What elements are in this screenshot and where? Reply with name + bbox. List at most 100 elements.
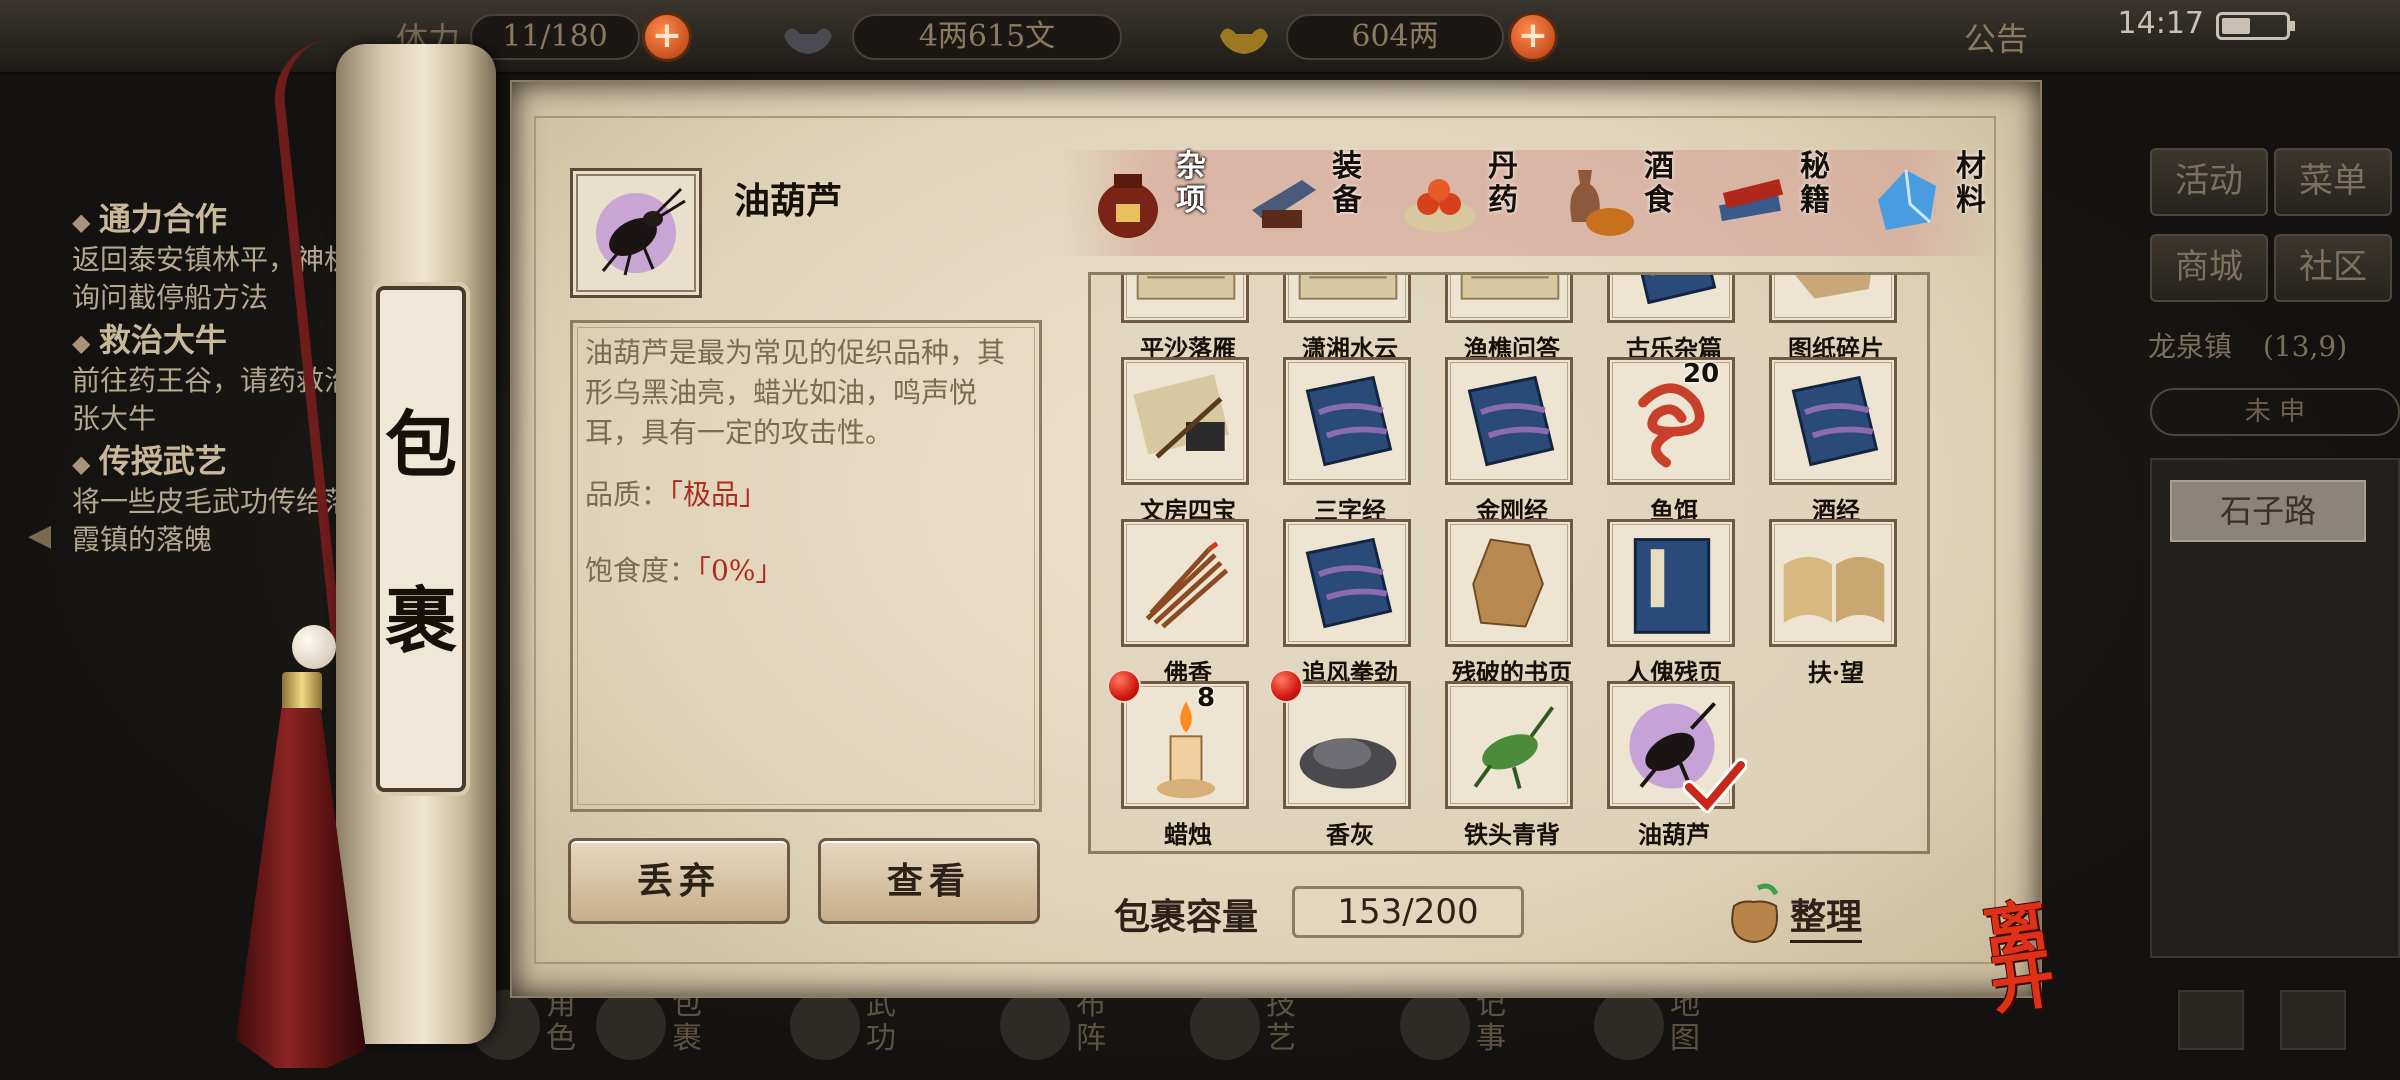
blue-book-icon [1305, 375, 1393, 467]
scroll-sheet-icon [1298, 275, 1398, 300]
exit-button[interactable]: 离开 [1979, 891, 2091, 1024]
nav-martial[interactable]: 武功 [790, 988, 940, 1078]
selected-item-name: 油葫芦 [734, 180, 843, 222]
nav-label: 武功 [866, 987, 896, 1056]
item-description: 油葫芦是最为常见的促织品种，其形乌黑油亮，蜡光如油，鸣声悦耳，具有一定的攻击性。 [585, 336, 1006, 449]
martial-icon [790, 990, 860, 1060]
ash-pile-icon [1299, 738, 1397, 789]
blue-book-icon [1305, 537, 1393, 629]
tab-equipment[interactable]: 装备 [1232, 150, 1392, 256]
scroll-sheet-icon [1136, 275, 1236, 300]
scroll-title-char: 裹 [384, 578, 457, 663]
slot-label: 扶·望 [1807, 658, 1865, 687]
manual-icon [1633, 538, 1711, 634]
blue-book-icon [1467, 375, 1555, 467]
tab-pills[interactable]: 丹药 [1388, 150, 1548, 256]
inventory-slot[interactable] [1283, 519, 1411, 647]
inventory-slot[interactable] [1121, 275, 1249, 323]
location-name: 龙泉镇 [2148, 330, 2233, 363]
tab-label: 杂项 [1176, 149, 1206, 218]
inventory-slot[interactable] [1283, 275, 1411, 323]
notice-button[interactable]: 公告 [1964, 14, 2028, 60]
road-panel: 石子路 [2150, 458, 2400, 958]
inventory-slot[interactable] [1445, 519, 1573, 647]
community-button[interactable]: 社区 [2274, 234, 2392, 302]
inventory-slot[interactable] [1607, 275, 1735, 323]
green-cricket-icon [1473, 706, 1555, 790]
jar-icon [1098, 174, 1158, 238]
map-icon [1594, 990, 1664, 1060]
menu-button[interactable]: 菜单 [2274, 148, 2392, 216]
inventory-slot[interactable] [1445, 357, 1573, 485]
inventory-slot[interactable] [1607, 519, 1735, 647]
discard-button[interactable]: 丢弃 [568, 838, 790, 924]
quality-row: 品质：「极品」 [585, 475, 1027, 515]
tab-label: 酒食 [1644, 149, 1674, 218]
formation-icon [1000, 990, 1070, 1060]
inventory-slot[interactable] [1283, 681, 1411, 809]
nav-journal[interactable]: 记事 [1400, 988, 1550, 1078]
quality-value: 「极品」 [669, 478, 768, 511]
satiety-label: 饱食度： [585, 554, 698, 587]
slot-label: 铁头青背 [1464, 820, 1560, 849]
books-icon [1719, 178, 1784, 222]
inventory-slot[interactable] [1121, 681, 1249, 809]
inventory-slot[interactable] [1769, 275, 1897, 323]
checkmark-icon [1683, 758, 1747, 813]
scholar-set-icon [1133, 374, 1230, 459]
tab-label: 丹药 [1488, 149, 1518, 218]
bag-icon [596, 990, 666, 1060]
satiety-value: 「0%」 [697, 554, 784, 587]
inventory-slot[interactable] [1769, 357, 1897, 485]
shop-button[interactable]: 商城 [2150, 234, 2268, 302]
candle-icon [1157, 701, 1215, 799]
skill-icon [1190, 990, 1260, 1060]
nav-bag[interactable]: 包裹 [596, 988, 746, 1078]
nav-map[interactable]: 地图 [1594, 988, 1744, 1078]
small-button[interactable] [2280, 990, 2346, 1050]
inventory-slot[interactable] [1769, 519, 1897, 647]
nav-formation[interactable]: 布阵 [1000, 988, 1150, 1078]
inventory-slot[interactable] [1445, 681, 1573, 809]
tab-books[interactable]: 秘籍 [1700, 150, 1860, 256]
time-of-day: 未 申 [2150, 388, 2400, 436]
inventory-slot[interactable] [1283, 357, 1411, 485]
money-value: 4两615文 [852, 14, 1122, 60]
small-button[interactable] [2178, 990, 2244, 1050]
blue-book-icon [1640, 275, 1717, 305]
black-cricket-icon [596, 187, 686, 276]
slot-label: 油葫芦 [1638, 820, 1710, 849]
location-coords: (13,9) [2262, 330, 2348, 363]
collapse-arrow-icon[interactable]: ◀ [28, 518, 51, 553]
inventory-grid: 平沙落雁 潇湘水云 渔樵问答 古乐杂篇 图纸碎片 文房四宝 三字经 金刚经 鱼饵 20 酒经 佛香 追风… [1088, 272, 1930, 854]
inventory-slot[interactable] [1121, 357, 1249, 485]
tab-misc[interactable]: 杂项 [1076, 150, 1236, 256]
paper-fragment-icon [1795, 275, 1871, 299]
capacity-label: 包裹容量 [1114, 896, 1259, 938]
scroll-title-char: 包 [384, 402, 457, 487]
location-readout: 龙泉镇 (13,9) [2148, 320, 2398, 374]
satiety-row: 饱食度：「0%」 [585, 551, 1027, 591]
inventory-slot[interactable] [1445, 275, 1573, 323]
tab-wine-food[interactable]: 酒食 [1544, 150, 1704, 256]
pills-icon [1404, 179, 1476, 232]
view-button[interactable]: 查看 [818, 838, 1040, 924]
activity-button[interactable]: 活动 [2150, 148, 2268, 216]
tab-label: 材料 [1956, 149, 1986, 218]
blue-book-icon [1791, 375, 1879, 467]
slot-label: 香灰 [1326, 820, 1374, 849]
pouch-icon [1731, 883, 1779, 944]
sort-button[interactable]: 整理 [1790, 888, 1863, 943]
road-label[interactable]: 石子路 [2170, 480, 2366, 542]
item-description-panel: 油葫芦是最为常见的促织品种，其形乌黑油亮，蜡光如油，鸣声悦耳，具有一定的攻击性。… [570, 320, 1042, 812]
stamina-value: 11/180 [470, 14, 640, 60]
stack-count: 20 [1683, 359, 1720, 389]
inventory-slot[interactable] [1121, 519, 1249, 647]
new-item-badge [1269, 669, 1303, 703]
capacity-value: 153/200 [1292, 886, 1524, 938]
add-stamina-button[interactable]: + [642, 12, 692, 62]
nav-skill[interactable]: 技艺 [1190, 988, 1340, 1078]
scroll-sheet-icon [1460, 275, 1560, 300]
tab-materials[interactable]: 材料 [1856, 150, 2016, 256]
add-gold-button[interactable]: + [1508, 12, 1558, 62]
